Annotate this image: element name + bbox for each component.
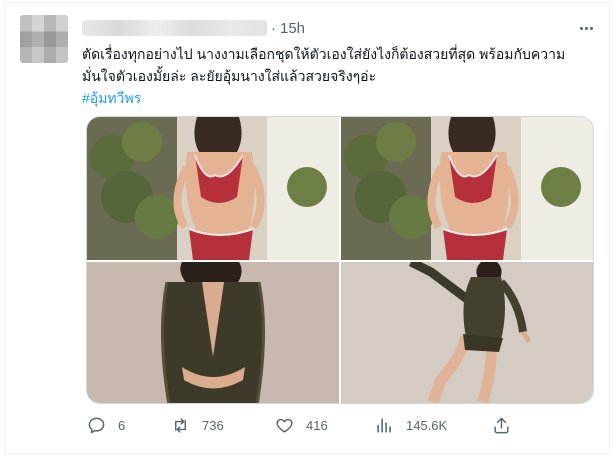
photo-4[interactable] [341, 262, 593, 403]
hashtag-link[interactable]: #อุ้มทวีพร [82, 87, 592, 109]
time-separator: · [271, 19, 276, 37]
tweet-card[interactable]: · 15h ตัดเรื่องทุกอย่างไป นางงามเลือกชุด… [4, 2, 610, 455]
views-icon [377, 417, 391, 433]
tweet-text-line-1: ตัดเรื่องทุกอย่างไป นางงามเลือกชุดให้ตัว… [82, 46, 566, 62]
views-button[interactable]: 145.6K [375, 416, 447, 435]
retweet-count: 736 [202, 417, 224, 433]
reply-count: 6 [118, 417, 126, 433]
share-button[interactable] [492, 416, 511, 435]
photo-1[interactable] [87, 117, 339, 260]
reply-icon [88, 417, 105, 433]
tweet-header: · 15h [82, 17, 597, 39]
media-grid [86, 116, 594, 404]
action-bar: 6 736 416 145.6K [82, 411, 592, 439]
like-icon [276, 418, 293, 433]
retweet-icon [175, 417, 186, 433]
share-icon [494, 417, 509, 433]
photo-2[interactable] [341, 117, 593, 260]
reply-button[interactable]: 6 [87, 416, 125, 435]
like-button[interactable]: 416 [275, 416, 328, 435]
tweet-time[interactable]: 15h [280, 20, 305, 37]
like-count: 416 [306, 417, 328, 433]
tweet-text: ตัดเรื่องทุกอย่างไป นางงามเลือกชุดให้ตัว… [82, 43, 592, 109]
author-name-blurred[interactable] [82, 20, 267, 36]
views-count: 145.6K [406, 417, 448, 433]
photo-3[interactable] [87, 262, 339, 403]
more-icon[interactable] [575, 17, 597, 39]
avatar[interactable] [20, 15, 68, 63]
retweet-button[interactable]: 736 [171, 416, 224, 435]
tweet-text-line-2: มั่นใจตัวเองมั้ยล่ะ ละยัยอุ้มนางใส่แล้วส… [82, 68, 377, 84]
